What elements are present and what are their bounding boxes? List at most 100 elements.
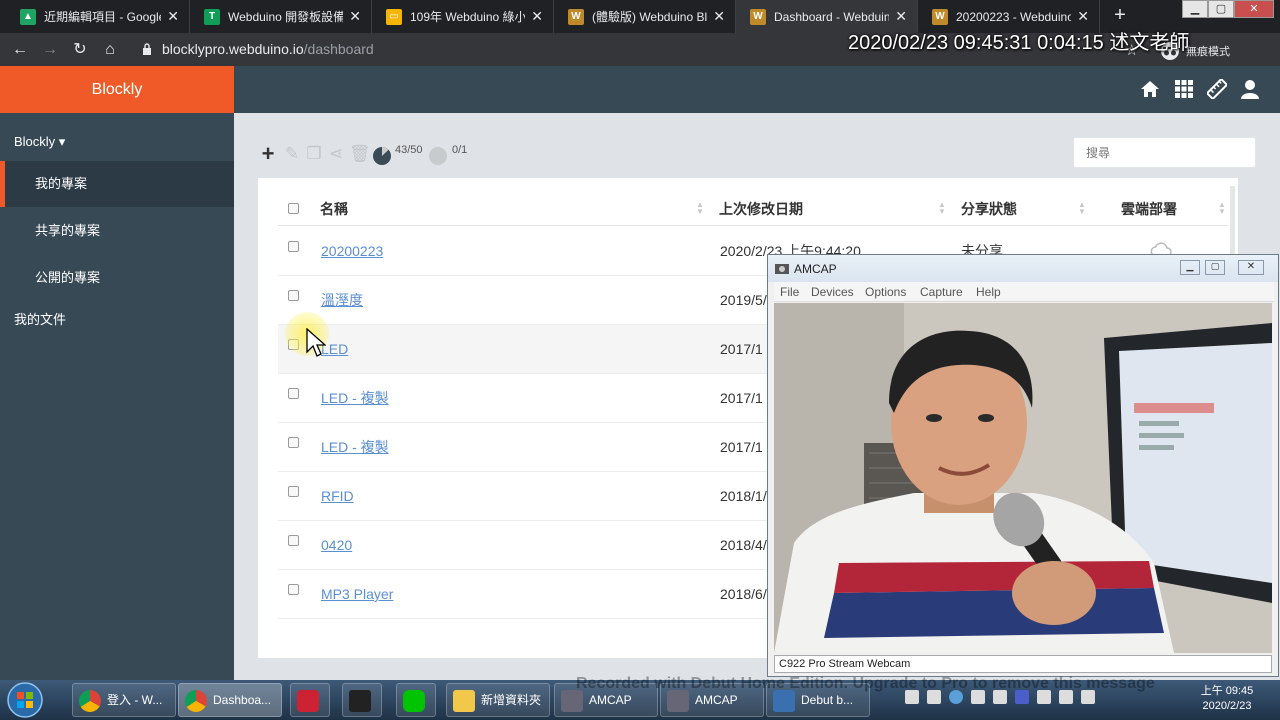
taskbar-pinned-app[interactable] [396, 683, 436, 717]
browser-tab[interactable]: W (體驗版) Webduino Blo ✕ [554, 0, 736, 33]
amcap-icon [561, 690, 583, 712]
project-name-link[interactable]: 20200223 [321, 227, 383, 276]
user-icon[interactable] [1240, 79, 1260, 99]
webcam-video-frame [774, 303, 1272, 653]
line-icon [403, 690, 425, 712]
lock-icon [143, 43, 151, 55]
select-all-checkbox[interactable] [288, 203, 299, 214]
sidebar-item-my-projects[interactable]: 我的專案 [0, 161, 234, 207]
project-name-link[interactable]: LED - 複製 [321, 423, 389, 472]
browser-tab[interactable]: ▭ 109年 Webduino 綠小 ✕ [372, 0, 554, 33]
maximize-icon[interactable]: ▢ [1205, 260, 1225, 275]
sort-icon[interactable]: ▲ ▼ [696, 201, 704, 216]
project-name-link[interactable]: 溫溼度 [321, 276, 363, 325]
menu-capture[interactable]: Capture [920, 285, 963, 299]
row-checkbox[interactable] [288, 486, 299, 497]
column-header-share-status[interactable]: 分享狀態 [961, 192, 1017, 226]
new-tab-button[interactable]: + [1108, 4, 1132, 28]
close-icon[interactable]: ✕ [167, 8, 179, 25]
home-icon[interactable]: ⌂ [98, 38, 122, 62]
add-project-icon[interactable]: + [258, 143, 278, 165]
start-button-icon[interactable] [6, 682, 44, 718]
sort-icon[interactable]: ▲ ▼ [1218, 201, 1226, 216]
column-header-name[interactable]: 名稱 [320, 192, 348, 226]
search-input[interactable] [1073, 137, 1256, 168]
url-host: blocklypro.webduino.io [162, 41, 304, 57]
amcap-titlebar[interactable]: AMCAP ▁ ▢ ✕ [768, 255, 1278, 282]
snipping-tool-icon [297, 690, 319, 712]
sidebar-item-public-projects[interactable]: 公開的專案 [0, 255, 234, 301]
system-tray [905, 690, 1185, 710]
browser-tab[interactable]: T Webduino 開發板設備 ✕ [190, 0, 372, 33]
column-header-modified[interactable]: 上次修改日期 [719, 192, 803, 226]
edit-icon[interactable]: ✎ [282, 144, 302, 164]
menu-help[interactable]: Help [976, 285, 1001, 299]
tab-title: 20200223 - Webduino [956, 9, 1072, 24]
menu-devices[interactable]: Devices [811, 285, 854, 299]
project-name-link[interactable]: 0420 [321, 521, 352, 570]
close-icon[interactable]: ✕ [895, 8, 907, 25]
webcam-preview [774, 303, 1272, 653]
chrome-icon [185, 690, 207, 712]
share-icon[interactable]: ⋖ [326, 144, 346, 164]
menu-options[interactable]: Options [865, 285, 906, 299]
taskbar-task[interactable]: 登入 - W... [72, 683, 176, 717]
tab-title: Webduino 開發板設備 [228, 10, 344, 24]
project-name-link[interactable]: RFID [321, 472, 354, 521]
close-icon[interactable]: ✕ [713, 8, 725, 25]
project-quota-text: 43/50 [395, 144, 423, 156]
sidebar-item-my-documents[interactable]: 我的文件 [0, 297, 234, 343]
maximize-icon[interactable]: ▢ [1208, 0, 1234, 18]
taskbar-pinned-app[interactable] [290, 683, 330, 717]
window-close-icon[interactable]: ✕ [1238, 260, 1264, 275]
browser-tab[interactable]: ▲ 近期編輯項目 - Google ✕ [6, 0, 190, 33]
camera-icon [775, 264, 789, 274]
brand-logo[interactable]: Blockly [0, 66, 234, 113]
minimize-icon[interactable]: ▁ [1180, 260, 1200, 275]
folder-icon [453, 690, 475, 712]
trash-icon[interactable]: 🗑 [349, 144, 371, 164]
row-checkbox[interactable] [288, 584, 299, 595]
taskbar-task[interactable]: 新增資料夾 [446, 683, 550, 717]
close-icon[interactable]: ✕ [349, 8, 361, 25]
project-quota-pie-icon [373, 147, 391, 165]
clock[interactable]: 上午 09:45 2020/2/23 [1196, 684, 1258, 714]
row-checkbox[interactable] [288, 388, 299, 399]
project-name-link[interactable]: LED - 複製 [321, 374, 389, 423]
column-header-cloud-deploy[interactable]: 雲端部署 [1121, 192, 1177, 226]
tab-title: 近期編輯項目 - Google [44, 10, 162, 24]
taskbar-task-active[interactable]: Dashboa... [178, 683, 282, 717]
project-name-link[interactable]: MP3 Player [321, 570, 393, 619]
window-close-icon[interactable]: ✕ [1234, 0, 1274, 18]
apps-grid-icon[interactable] [1174, 79, 1194, 99]
recording-watermark: Recorded with Debut Home Edition. Upgrad… [576, 675, 1155, 692]
row-checkbox[interactable] [288, 241, 299, 252]
back-icon[interactable]: ← [8, 38, 32, 62]
sort-icon[interactable]: ▲ ▼ [938, 201, 946, 216]
sidebar-item-shared-projects[interactable]: 共享的專案 [0, 208, 234, 254]
copy-icon[interactable]: ❐ [304, 144, 324, 164]
reload-icon[interactable]: ↻ [68, 38, 92, 62]
board-quota-pie-icon [429, 147, 447, 165]
menu-file[interactable]: File [780, 285, 799, 299]
close-icon[interactable]: ✕ [1077, 8, 1089, 25]
row-checkbox[interactable] [288, 535, 299, 546]
row-checkbox[interactable] [288, 290, 299, 301]
google-drive-icon: ▲ [20, 8, 36, 25]
forward-icon[interactable]: → [38, 38, 62, 62]
taskbar-pinned-app[interactable] [342, 683, 382, 717]
amcap-menubar: File Devices Options Capture Help [774, 282, 1274, 302]
tab-title: (體驗版) Webduino Blo [592, 10, 708, 24]
recording-timestamp-overlay: 2020/02/23 09:45:31 0:04:15 述文老師 [848, 32, 1190, 54]
task-label: 新增資料夾 [481, 693, 542, 707]
ruler-icon[interactable] [1207, 79, 1227, 99]
minimize-icon[interactable]: ▁ [1182, 0, 1208, 18]
incognito-label: 無痕模式 [1186, 46, 1230, 58]
webduino-icon: W [568, 8, 584, 25]
close-icon[interactable]: ✕ [531, 8, 543, 25]
sort-icon[interactable]: ▲ ▼ [1078, 201, 1086, 216]
board-quota-text: 0/1 [452, 144, 468, 156]
row-checkbox[interactable] [288, 437, 299, 448]
sidebar-section-blockly[interactable]: Blockly ▾ [0, 119, 234, 165]
home-icon[interactable] [1140, 79, 1160, 99]
